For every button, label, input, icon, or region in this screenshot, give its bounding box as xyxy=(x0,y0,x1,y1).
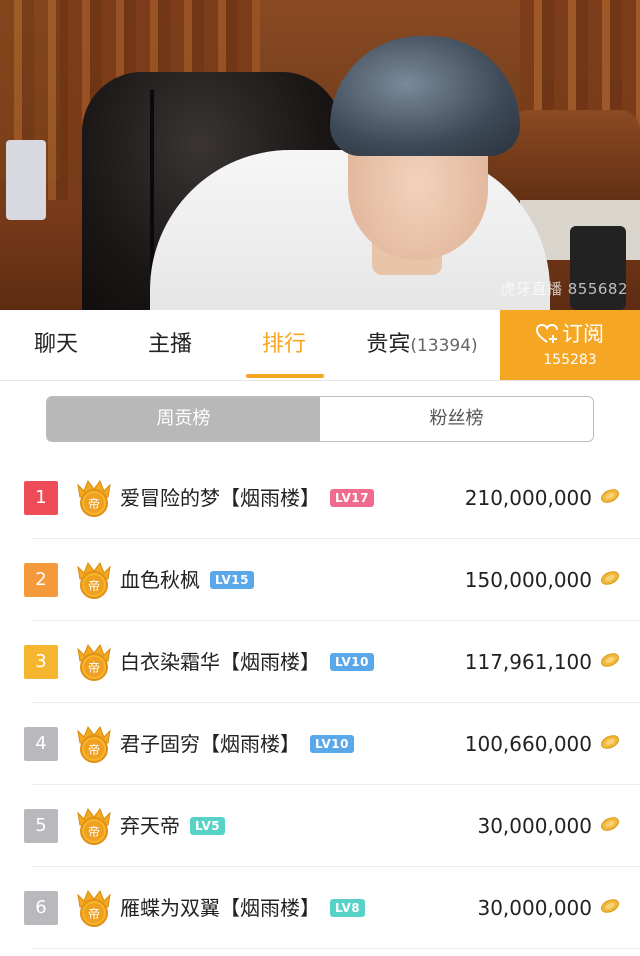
segment-weekly-contribution[interactable]: 周贡榜 xyxy=(47,397,320,441)
coin-icon xyxy=(601,571,619,585)
badge-text: 帝 xyxy=(88,824,100,839)
subscribe-count: 155283 xyxy=(543,352,597,368)
emperor-badge-icon: 帝 xyxy=(77,643,111,681)
rank-number: 1 xyxy=(24,481,58,515)
level-badge: LV10 xyxy=(310,734,354,753)
contribution-amount: 117,961,100 xyxy=(464,650,592,674)
badge-text: 帝 xyxy=(88,496,100,511)
level-badge: LV5 xyxy=(190,816,226,835)
ranking-row[interactable]: 5 帝 弃天帝 LV5 30,000,000 xyxy=(0,785,640,867)
segment-fans[interactable]: 粉丝榜 xyxy=(320,397,593,441)
rank-number: 6 xyxy=(24,891,58,925)
user-name-cell: 白衣染霜华【烟雨楼】 LV10 xyxy=(120,621,374,703)
ranking-row[interactable]: 1 帝 爱冒险的梦【烟雨楼】 LV17 210,000,000 xyxy=(0,457,640,539)
contribution-amount: 30,000,000 xyxy=(477,814,592,838)
user-name: 血色秋枫 xyxy=(120,568,200,592)
coin-icon xyxy=(601,899,619,913)
ranking-row[interactable]: 4 帝 君子固穷【烟雨楼】 LV10 100,660,000 xyxy=(0,703,640,785)
tab-vip[interactable]: 贵宾(13394) xyxy=(358,310,486,380)
coin-icon xyxy=(601,489,619,503)
level-badge: LV10 xyxy=(330,652,374,671)
tab-label: 排行 xyxy=(261,332,306,357)
user-name: 弃天帝 xyxy=(120,814,180,838)
stream-watermark: 虎牙直播 855682 xyxy=(500,280,628,298)
contribution-amount: 30,000,000 xyxy=(477,896,592,920)
emperor-badge-icon: 帝 xyxy=(77,889,111,927)
tab-ranking[interactable]: 排行 xyxy=(248,310,320,380)
ranking-row[interactable]: 2 帝 血色秋枫 LV15 150,000,000 xyxy=(0,539,640,621)
tab-label: 贵宾 xyxy=(366,332,411,357)
coin-icon xyxy=(601,735,619,749)
emperor-badge-icon: 帝 xyxy=(77,807,111,845)
active-tab-indicator xyxy=(246,374,324,378)
tab-label: 主播 xyxy=(147,332,192,357)
subscribe-button[interactable]: 订阅 155283 xyxy=(500,310,640,380)
rank-number: 3 xyxy=(24,645,58,679)
heart-plus-icon xyxy=(535,322,558,346)
user-name: 爱冒险的梦【烟雨楼】 xyxy=(120,486,320,510)
vip-count: (13394) xyxy=(410,336,478,356)
badge-text: 帝 xyxy=(88,906,100,921)
rank-number: 4 xyxy=(24,727,58,761)
tab-label: 聊天 xyxy=(33,332,78,357)
rank-number: 5 xyxy=(24,809,58,843)
badge-text: 帝 xyxy=(88,578,100,593)
rank-number: 2 xyxy=(24,563,58,597)
video-player[interactable]: 虎牙直播 855682 xyxy=(0,0,640,310)
user-name: 白衣染霜华【烟雨楼】 xyxy=(120,650,320,674)
level-badge: LV8 xyxy=(330,898,366,917)
streamer-hair xyxy=(330,36,520,156)
user-name-cell: 血色秋枫 LV15 xyxy=(120,539,254,621)
user-name: 雁蝶为双翼【烟雨楼】 xyxy=(120,896,320,920)
emperor-badge-icon: 帝 xyxy=(77,561,111,599)
ranking-row[interactable]: 3 帝 白衣染霜华【烟雨楼】 LV10 117,961,100 xyxy=(0,621,640,703)
user-name-cell: 君子固穷【烟雨楼】 LV10 xyxy=(120,703,354,785)
emperor-badge-icon: 帝 xyxy=(77,725,111,763)
contribution-amount: 100,660,000 xyxy=(464,732,592,756)
coin-icon xyxy=(601,653,619,667)
badge-text: 帝 xyxy=(88,742,100,757)
row-divider xyxy=(32,948,640,949)
coin-icon xyxy=(601,817,619,831)
user-name-cell: 爱冒险的梦【烟雨楼】 LV17 xyxy=(120,457,374,539)
background-heater xyxy=(6,140,46,220)
user-name-cell: 弃天帝 LV5 xyxy=(120,785,226,867)
ranking-period-switch: 周贡榜 粉丝榜 xyxy=(46,396,594,442)
user-name: 君子固穷【烟雨楼】 xyxy=(120,732,300,756)
subscribe-label: 订阅 xyxy=(562,322,604,346)
level-badge: LV17 xyxy=(330,488,374,507)
ranking-row[interactable]: 6 帝 雁蝶为双翼【烟雨楼】 LV8 30,000,000 xyxy=(0,867,640,949)
contribution-amount: 150,000,000 xyxy=(464,568,592,592)
emperor-badge-icon: 帝 xyxy=(77,479,111,517)
tab-anchor[interactable]: 主播 xyxy=(134,310,206,380)
tab-bar: 聊天 主播 排行 贵宾(13394) 订阅 155283 xyxy=(0,310,640,381)
badge-text: 帝 xyxy=(88,660,100,675)
level-badge: LV15 xyxy=(210,570,254,589)
user-name-cell: 雁蝶为双翼【烟雨楼】 LV8 xyxy=(120,867,366,949)
tab-chat[interactable]: 聊天 xyxy=(20,310,92,380)
contribution-amount: 210,000,000 xyxy=(464,486,592,510)
